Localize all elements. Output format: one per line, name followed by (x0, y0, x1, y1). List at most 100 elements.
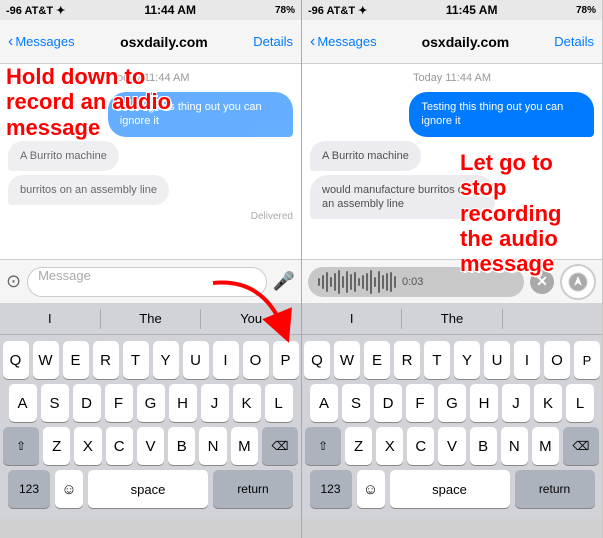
waveform-bar (322, 275, 324, 289)
key-r-left[interactable]: R (93, 341, 119, 379)
key-o-left[interactable]: O (243, 341, 269, 379)
key-q-right[interactable]: Q (304, 341, 330, 379)
key-b-right[interactable]: B (470, 427, 497, 465)
key-l-left[interactable]: L (265, 384, 293, 422)
key-w-left[interactable]: W (33, 341, 59, 379)
key-f-left[interactable]: F (105, 384, 133, 422)
waveform-bar (366, 273, 368, 291)
key-y-right[interactable]: Y (454, 341, 480, 379)
autocorrect-the-right[interactable]: The (402, 311, 501, 326)
key-j-left[interactable]: J (201, 384, 229, 422)
key-d-right[interactable]: D (374, 384, 402, 422)
key-u-left[interactable]: U (183, 341, 209, 379)
key-row-3-right: ⇧ Z X C V B N M ⌫ (305, 427, 599, 465)
nav-title-left: osxdaily.com (120, 34, 208, 50)
camera-icon-left: ⊙ (6, 271, 21, 292)
key-j-right[interactable]: J (502, 384, 530, 422)
waveform-bar (350, 274, 352, 290)
key-row-4-left: 123 ☺ space return (3, 470, 298, 508)
key-return-right[interactable]: return (515, 470, 595, 508)
key-e-right[interactable]: E (364, 341, 390, 379)
key-i-left[interactable]: I (213, 341, 239, 379)
key-delete-right[interactable]: ⌫ (563, 427, 599, 465)
key-t-right[interactable]: T (424, 341, 450, 379)
key-y-left[interactable]: Y (153, 341, 179, 379)
key-b-left[interactable]: B (168, 427, 195, 465)
key-m-left[interactable]: M (231, 427, 258, 465)
details-button-right[interactable]: Details (554, 34, 594, 49)
key-123-left[interactable]: 123 (8, 470, 50, 508)
key-t-left[interactable]: T (123, 341, 149, 379)
waveform-bar (354, 272, 356, 292)
key-space-left[interactable]: space (88, 470, 208, 508)
key-g-left[interactable]: G (137, 384, 165, 422)
key-delete-left[interactable]: ⌫ (262, 427, 298, 465)
status-bar-left: -96 AT&T ✦ 11:44 AM 78% (0, 0, 301, 20)
recording-timer: 0:03 (402, 276, 423, 288)
details-button-left[interactable]: Details (253, 34, 293, 49)
key-space-right[interactable]: space (390, 470, 510, 508)
key-p-right[interactable]: P (574, 341, 600, 379)
key-e-left[interactable]: E (63, 341, 89, 379)
key-row-2-right: A S D F G H J K L (305, 384, 599, 422)
overlay-text-right: Let go to stop recording the audio messa… (460, 150, 595, 276)
key-shift-left[interactable]: ⇧ (3, 427, 39, 465)
waveform-bar (362, 275, 364, 289)
key-r-right[interactable]: R (394, 341, 420, 379)
key-x-right[interactable]: X (376, 427, 403, 465)
key-s-right[interactable]: S (342, 384, 370, 422)
waveform-bar (334, 273, 336, 291)
key-shift-right[interactable]: ⇧ (305, 427, 341, 465)
key-d-left[interactable]: D (73, 384, 101, 422)
key-q-left[interactable]: Q (3, 341, 29, 379)
key-a-left[interactable]: A (9, 384, 37, 422)
autocorrect-i-right[interactable]: I (302, 311, 401, 326)
key-u-right[interactable]: U (484, 341, 510, 379)
key-v-right[interactable]: V (438, 427, 465, 465)
key-h-right[interactable]: H (470, 384, 498, 422)
waveform-bar (370, 270, 372, 294)
key-k-right[interactable]: K (534, 384, 562, 422)
key-k-left[interactable]: K (233, 384, 261, 422)
key-s-left[interactable]: S (41, 384, 69, 422)
overlay-text-left: Hold down to record an audio message (6, 64, 181, 140)
key-emoji-right[interactable]: ☺ (357, 470, 385, 508)
key-a-right[interactable]: A (310, 384, 338, 422)
key-i-right[interactable]: I (514, 341, 540, 379)
key-x-left[interactable]: X (74, 427, 101, 465)
key-row-1-left: Q W E R T Y U I O P (3, 341, 298, 379)
key-g-right[interactable]: G (438, 384, 466, 422)
key-o-right[interactable]: O (544, 341, 570, 379)
key-return-left[interactable]: return (213, 470, 293, 508)
key-z-right[interactable]: Z (345, 427, 372, 465)
status-left: -96 AT&T ✦ (6, 4, 65, 17)
key-h-left[interactable]: H (169, 384, 197, 422)
key-emoji-left[interactable]: ☺ (55, 470, 83, 508)
key-l-right[interactable]: L (566, 384, 594, 422)
key-z-left[interactable]: Z (43, 427, 70, 465)
key-n-left[interactable]: N (199, 427, 226, 465)
key-123-right[interactable]: 123 (310, 470, 352, 508)
key-c-left[interactable]: C (106, 427, 133, 465)
waveform-bar (318, 278, 320, 286)
time-right: 11:45 AM (446, 3, 498, 17)
message-in-left-1: A Burrito machine (8, 141, 119, 171)
back-button-left[interactable]: ‹ Messages (8, 33, 75, 51)
key-c-right[interactable]: C (407, 427, 434, 465)
waveform-bar (378, 271, 380, 293)
key-w-right[interactable]: W (334, 341, 360, 379)
key-f-right[interactable]: F (406, 384, 434, 422)
nav-title-right: osxdaily.com (422, 34, 510, 50)
autocorrect-i-left[interactable]: I (0, 311, 100, 326)
autocorrect-the-left[interactable]: The (101, 311, 201, 326)
key-n-right[interactable]: N (501, 427, 528, 465)
message-row-right-1: Testing this thing out you can ignore it (310, 92, 594, 141)
key-v-left[interactable]: V (137, 427, 164, 465)
key-row-4-right: 123 ☺ space return (305, 470, 599, 508)
key-p-left[interactable]: P (273, 341, 299, 379)
key-m-right[interactable]: M (532, 427, 559, 465)
nav-bar-right: ‹ Messages osxdaily.com Details (302, 20, 602, 64)
carrier-left: -96 AT&T ✦ (6, 4, 65, 17)
battery-right: 78% (576, 5, 596, 16)
back-button-right[interactable]: ‹ Messages (310, 33, 377, 51)
